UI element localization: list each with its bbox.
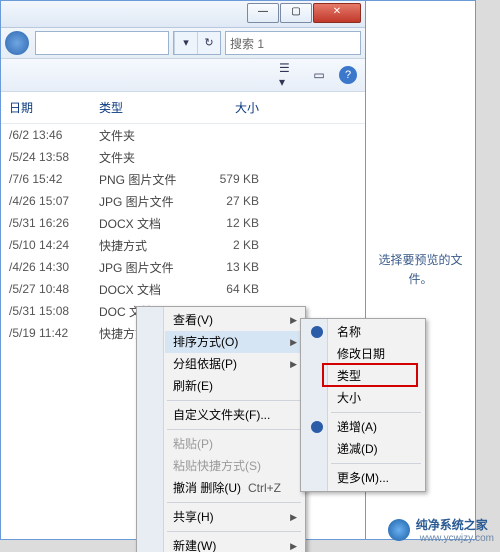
table-row[interactable]: /5/24 13:58文件夹 — [9, 146, 365, 168]
help-icon[interactable]: ? — [339, 66, 357, 84]
address-bar: ▾ ↻ 搜索 1 — [1, 28, 365, 59]
cell-type: DOCX 文档 — [99, 281, 189, 298]
sort-date-modified[interactable]: 修改日期 — [329, 343, 423, 365]
menu-share[interactable]: 共享(H) — [165, 506, 303, 528]
watermark-title: 纯净系统之家 — [416, 516, 494, 533]
menu-customize-folder[interactable]: 自定义文件夹(F)... — [165, 404, 303, 426]
watermark-url: www.ycwjzy.com — [420, 533, 494, 544]
preview-pane-text: 选择要预览的文件。 — [374, 251, 467, 289]
menu-undo-delete-shortcut: Ctrl+Z — [248, 477, 281, 499]
cell-date: /7/6 15:42 — [9, 172, 99, 186]
menu-refresh[interactable]: 刷新(E) — [165, 375, 303, 397]
cell-date: /5/19 11:42 — [9, 326, 99, 340]
cell-type: JPG 图片文件 — [99, 259, 189, 276]
cell-date: /5/10 14:24 — [9, 238, 99, 252]
cell-date: /5/31 15:08 — [9, 304, 99, 318]
sort-submenu: 名称 修改日期 类型 大小 递增(A) 递减(D) 更多(M)... — [300, 318, 426, 492]
cell-type: JPG 图片文件 — [99, 193, 189, 210]
table-row[interactable]: /4/26 14:30JPG 图片文件13 KB — [9, 256, 365, 278]
sort-size[interactable]: 大小 — [329, 387, 423, 409]
cell-size: 27 KB — [189, 194, 289, 208]
cell-type: 文件夹 — [99, 149, 189, 166]
sort-name[interactable]: 名称 — [329, 321, 423, 343]
menu-new[interactable]: 新建(W) — [165, 535, 303, 552]
toolbar: ☰ ▾ ▭ ? — [1, 59, 365, 92]
cell-type: DOCX 文档 — [99, 215, 189, 232]
cell-date: /5/31 16:26 — [9, 216, 99, 230]
sort-ascending[interactable]: 递增(A) — [329, 416, 423, 438]
cell-size: 64 KB — [189, 282, 289, 296]
column-type[interactable]: 类型 — [99, 96, 189, 119]
cell-date: /6/2 13:46 — [9, 128, 99, 142]
menu-view[interactable]: 查看(V) — [165, 309, 303, 331]
cell-date: /4/26 15:07 — [9, 194, 99, 208]
column-date[interactable]: 日期 — [9, 96, 99, 119]
cell-type: 快捷方式 — [99, 237, 189, 254]
cell-size: 13 KB — [189, 260, 289, 274]
cell-type: PNG 图片文件 — [99, 171, 189, 188]
address-dropdown-icon[interactable]: ▾ — [174, 32, 197, 54]
table-row[interactable]: /5/27 10:48DOCX 文档64 KB — [9, 278, 365, 300]
search-input[interactable]: 搜索 1 — [225, 31, 361, 55]
table-row[interactable]: /4/26 15:07JPG 图片文件27 KB — [9, 190, 365, 212]
menu-undo-delete-label: 撤消 删除(U) — [173, 481, 241, 495]
table-row[interactable]: /7/6 15:42PNG 图片文件579 KB — [9, 168, 365, 190]
sort-type[interactable]: 类型 — [329, 365, 423, 387]
context-menu: 查看(V) 排序方式(O) 分组依据(P) 刷新(E) 自定义文件夹(F)...… — [136, 306, 306, 552]
menu-sort[interactable]: 排序方式(O) — [165, 331, 303, 353]
watermark-logo-icon — [388, 519, 410, 541]
cell-size: 2 KB — [189, 238, 289, 252]
menu-undo-delete[interactable]: 撤消 删除(U) Ctrl+Z — [165, 477, 303, 499]
menu-paste: 粘贴(P) — [165, 433, 303, 455]
nav-back-button[interactable] — [5, 31, 29, 55]
column-size[interactable]: 大小 — [189, 96, 289, 119]
view-options-icon[interactable]: ☰ ▾ — [279, 65, 299, 85]
preview-pane-icon[interactable]: ▭ — [309, 65, 329, 85]
sort-more[interactable]: 更多(M)... — [329, 467, 423, 489]
menu-group[interactable]: 分组依据(P) — [165, 353, 303, 375]
menu-paste-shortcut: 粘贴快捷方式(S) — [165, 455, 303, 477]
address-input[interactable] — [35, 31, 169, 55]
cell-date: /5/24 13:58 — [9, 150, 99, 164]
column-headers: 日期 类型 大小 — [1, 92, 365, 124]
refresh-icon[interactable]: ↻ — [197, 32, 220, 54]
radio-icon — [311, 326, 323, 338]
table-row[interactable]: /6/2 13:46文件夹 — [9, 124, 365, 146]
cell-type: 文件夹 — [99, 127, 189, 144]
table-row[interactable]: /5/31 16:26DOCX 文档12 KB — [9, 212, 365, 234]
cell-date: /4/26 14:30 — [9, 260, 99, 274]
maximize-button[interactable]: ▢ — [280, 3, 312, 23]
cell-size: 579 KB — [189, 172, 289, 186]
sort-descending[interactable]: 递减(D) — [329, 438, 423, 460]
close-button[interactable]: ✕ — [313, 3, 361, 23]
cell-size: 12 KB — [189, 216, 289, 230]
table-row[interactable]: /5/10 14:24快捷方式2 KB — [9, 234, 365, 256]
window-titlebar[interactable]: — ▢ ✕ — [1, 1, 365, 28]
minimize-button[interactable]: — — [247, 3, 279, 23]
watermark: 纯净系统之家 www.ycwjzy.com — [388, 516, 494, 544]
cell-date: /5/27 10:48 — [9, 282, 99, 296]
radio-icon — [311, 421, 323, 433]
